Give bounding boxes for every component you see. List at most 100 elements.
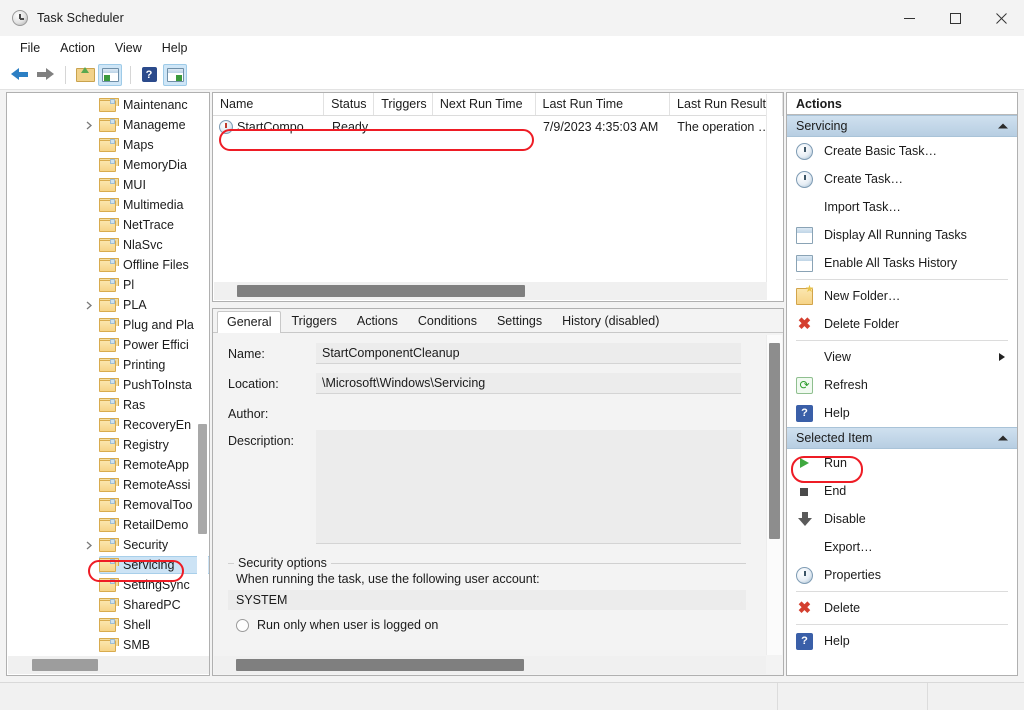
- tree-item-pla[interactable]: PLA: [7, 295, 209, 315]
- task-list-horizontal-scrollbar[interactable]: [214, 282, 767, 300]
- action-item-display-all-running-tasks[interactable]: Display All Running Tasks: [787, 221, 1017, 249]
- tree-item-shell[interactable]: Shell: [7, 615, 209, 635]
- detail-tabs[interactable]: General Triggers Actions Conditions Settings…: [213, 309, 783, 333]
- action-item-refresh[interactable]: ⟳ Refresh: [787, 371, 1017, 399]
- up-one-level-button[interactable]: [72, 64, 96, 86]
- show-hide-console-tree-button[interactable]: [98, 63, 122, 86]
- run-only-when-logged-on-row[interactable]: Run only when user is logged on: [228, 610, 768, 632]
- chevron-right-icon[interactable]: [83, 539, 95, 551]
- tree-item-settingsync[interactable]: SettingSync: [7, 575, 209, 595]
- tree-item-nlasvc[interactable]: NlaSvc: [7, 235, 209, 255]
- tree-item-memorydia[interactable]: MemoryDia: [7, 155, 209, 175]
- chevron-right-icon[interactable]: [83, 119, 95, 131]
- column-header-last-run-time[interactable]: Last Run Time: [536, 93, 671, 115]
- column-header-next-run-time[interactable]: Next Run Time: [433, 93, 536, 115]
- back-button[interactable]: [7, 64, 31, 86]
- menu-file[interactable]: File: [10, 39, 50, 57]
- chevron-right-icon[interactable]: [83, 299, 95, 311]
- tree-item-remoteapp[interactable]: RemoteApp: [7, 455, 209, 475]
- console-tree[interactable]: Maintenanc Manageme Maps MemoryDia MUI Multim…: [7, 95, 209, 655]
- maximize-button[interactable]: [932, 0, 978, 36]
- action-item-enable-all-tasks-history[interactable]: Enable All Tasks History: [787, 249, 1017, 277]
- tab-settings[interactable]: Settings: [487, 310, 552, 332]
- tree-item-servicing[interactable]: Servicing: [7, 555, 209, 575]
- tree-item-recoveryen[interactable]: RecoveryEn: [7, 415, 209, 435]
- tree-vertical-scrollbar[interactable]: [197, 94, 208, 654]
- tree-item-retaildemo[interactable]: RetailDemo: [7, 515, 209, 535]
- folder-icon: [99, 538, 119, 552]
- tree-item-maintenanc[interactable]: Maintenanc: [7, 95, 209, 115]
- action-item-help[interactable]: ? Help: [787, 627, 1017, 655]
- folder-icon: [99, 458, 119, 472]
- task-list-vertical-scrollbar[interactable]: [766, 94, 782, 282]
- tree-hscroll-thumb[interactable]: [32, 659, 98, 671]
- detail-vertical-scrollbar[interactable]: [766, 335, 782, 655]
- tree-item-offline-files[interactable]: Offline Files: [7, 255, 209, 275]
- actions-group-header-servicing[interactable]: Servicing: [787, 115, 1017, 137]
- help-button[interactable]: ?: [137, 64, 161, 86]
- tree-item-registry[interactable]: Registry: [7, 435, 209, 455]
- action-item-label: Run: [824, 456, 847, 470]
- tree-item-pushtoinsta[interactable]: PushToInsta: [7, 375, 209, 395]
- tree-item-security[interactable]: Security: [7, 535, 209, 555]
- menu-action[interactable]: Action: [50, 39, 105, 57]
- tree-item-remoteassi[interactable]: RemoteAssi: [7, 475, 209, 495]
- tree-item-ras[interactable]: Ras: [7, 395, 209, 415]
- tree-item-plug-and-pla[interactable]: Plug and Pla: [7, 315, 209, 335]
- tab-actions[interactable]: Actions: [347, 310, 408, 332]
- action-item-export[interactable]: Export…: [787, 533, 1017, 561]
- tree-vscroll-thumb[interactable]: [198, 424, 207, 534]
- action-item-new-folder[interactable]: New Folder…: [787, 282, 1017, 310]
- action-item-help[interactable]: ? Help: [787, 399, 1017, 427]
- action-item-import-task[interactable]: Import Task…: [787, 193, 1017, 221]
- action-item-end[interactable]: End: [787, 477, 1017, 505]
- column-header-triggers[interactable]: Triggers: [374, 93, 433, 115]
- tree-item-smb[interactable]: SMB: [7, 635, 209, 655]
- task-list-hscroll-thumb[interactable]: [237, 285, 525, 297]
- action-item-run[interactable]: Run: [787, 449, 1017, 477]
- detail-horizontal-scrollbar[interactable]: [214, 656, 766, 674]
- action-item-create-basic-task[interactable]: Create Basic Task…: [787, 137, 1017, 165]
- chevron-up-icon[interactable]: [998, 121, 1008, 131]
- detail-hscroll-thumb[interactable]: [236, 659, 524, 671]
- tree-item-sharedpc[interactable]: SharedPC: [7, 595, 209, 615]
- tree-item-mui[interactable]: MUI: [7, 175, 209, 195]
- detail-vscroll-thumb[interactable]: [769, 343, 780, 539]
- menu-view[interactable]: View: [105, 39, 152, 57]
- table-row[interactable]: StartCompo… Ready 7/9/2023 4:35:03 AM The o…: [213, 116, 783, 138]
- task-list-rows[interactable]: StartCompo… Ready 7/9/2023 4:35:03 AM The o…: [213, 116, 783, 138]
- tab-conditions[interactable]: Conditions: [408, 310, 487, 332]
- show-hide-action-pane-button[interactable]: [163, 63, 187, 86]
- tree-item-removaltoo[interactable]: RemovalToo: [7, 495, 209, 515]
- close-button[interactable]: [978, 0, 1024, 36]
- field-author-value: [316, 403, 741, 424]
- tree-horizontal-scrollbar[interactable]: [8, 656, 209, 674]
- action-item-disable[interactable]: Disable: [787, 505, 1017, 533]
- tree-item-multimedia[interactable]: Multimedia: [7, 195, 209, 215]
- tree-item-power-effici[interactable]: Power Effici: [7, 335, 209, 355]
- menu-help[interactable]: Help: [152, 39, 198, 57]
- tab-triggers[interactable]: Triggers: [281, 310, 346, 332]
- tree-item-maps[interactable]: Maps: [7, 135, 209, 155]
- tab-history-disabled[interactable]: History (disabled): [552, 310, 669, 332]
- minimize-button[interactable]: [886, 0, 932, 36]
- action-item-delete[interactable]: ✖ Delete: [787, 594, 1017, 622]
- folder-icon: [99, 578, 119, 592]
- tree-item-label: RecoveryEn: [123, 418, 192, 432]
- action-item-create-task[interactable]: Create Task…: [787, 165, 1017, 193]
- tab-general[interactable]: General: [217, 311, 282, 333]
- tree-item-nettrace[interactable]: NetTrace: [7, 215, 209, 235]
- tree-item-manageme[interactable]: Manageme: [7, 115, 209, 135]
- forward-button[interactable]: [33, 64, 57, 86]
- column-header-name[interactable]: Name: [213, 93, 325, 115]
- column-header-status[interactable]: Status: [324, 93, 375, 115]
- radio-button-icon[interactable]: [236, 618, 249, 632]
- actions-group-header-selected-item[interactable]: Selected Item: [787, 427, 1017, 449]
- tasks-history-icon: [796, 254, 813, 272]
- chevron-up-icon[interactable]: [998, 433, 1008, 443]
- action-item-delete-folder[interactable]: ✖ Delete Folder: [787, 310, 1017, 338]
- tree-item-pl[interactable]: Pl: [7, 275, 209, 295]
- tree-item-printing[interactable]: Printing: [7, 355, 209, 375]
- action-item-view[interactable]: View: [787, 343, 1017, 371]
- action-item-properties[interactable]: Properties: [787, 561, 1017, 589]
